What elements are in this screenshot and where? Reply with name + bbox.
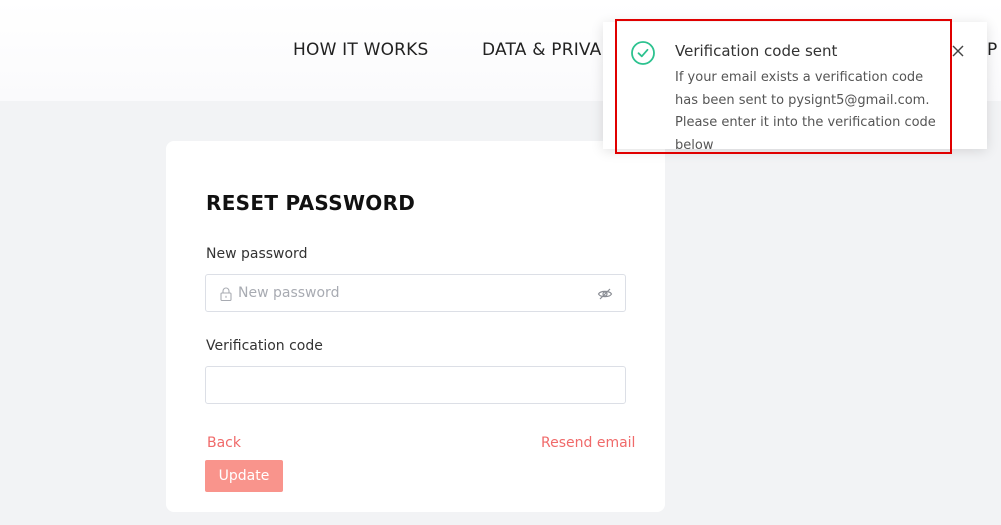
new-password-input[interactable] [238,275,588,311]
resend-email-link[interactable]: Resend email [541,435,635,451]
verification-code-label: Verification code [206,338,323,354]
verification-code-field[interactable] [205,366,626,404]
toast-message: If your email exists a verification code… [675,70,936,153]
new-password-label: New password [206,246,308,262]
eye-off-icon[interactable] [597,286,613,302]
nav-overflow-item[interactable]: P [987,40,997,60]
lock-icon [220,287,232,301]
verification-code-input[interactable] [218,367,613,403]
new-password-field[interactable] [205,274,626,312]
page-title: RESET PASSWORD [206,191,416,215]
notification-toast: Verification code sent If your email exi… [603,22,987,153]
nav-data-privacy[interactable]: DATA & PRIVA [482,40,602,60]
back-link[interactable]: Back [207,435,241,451]
toast-title: Verification code sent [675,42,838,60]
reset-password-card: RESET PASSWORD New password Verification… [166,141,665,512]
check-circle-icon [631,41,655,65]
update-button[interactable]: Update [205,460,283,492]
close-icon[interactable] [951,44,965,58]
nav-how-it-works[interactable]: HOW IT WORKS [293,40,429,60]
